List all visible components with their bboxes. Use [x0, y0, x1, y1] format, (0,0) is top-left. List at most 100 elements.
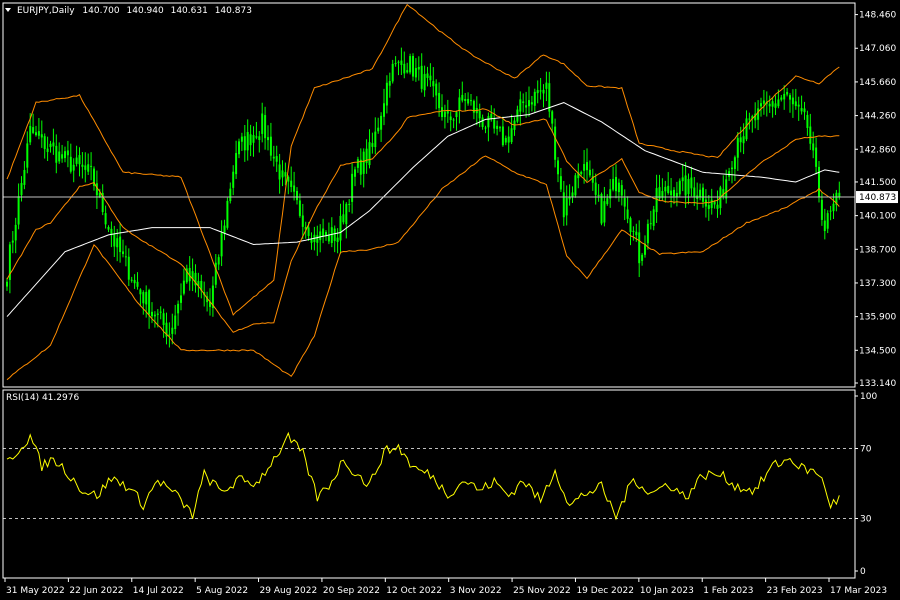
date-tick-label: 5 Aug 2022 — [196, 586, 248, 596]
price-bar-body — [75, 157, 78, 164]
price-bar-body — [171, 327, 174, 334]
price-bar-body — [240, 136, 243, 142]
price-bar-body — [649, 223, 652, 225]
price-bar-body — [316, 235, 319, 243]
price-bar-body — [687, 179, 690, 195]
price-bar-body — [423, 74, 426, 91]
price-bar-body — [252, 135, 255, 143]
price-bar-body — [301, 215, 304, 227]
price-bar-body — [815, 147, 818, 167]
price-bar-body — [11, 240, 14, 243]
price-bar-body — [383, 103, 385, 117]
price-bar-body — [838, 192, 841, 198]
price-bar-body — [162, 313, 165, 325]
rsi-tick-label: 0 — [860, 567, 866, 577]
price-bar-body — [229, 188, 232, 202]
date-tick-label: 12 Oct 2022 — [386, 586, 442, 596]
price-bar-body — [745, 118, 748, 140]
price-bar-body — [510, 128, 513, 143]
price-bar-body — [37, 131, 40, 136]
price-bar-body — [458, 97, 461, 111]
price-bar-body — [780, 97, 783, 100]
price-bar-body — [522, 101, 525, 103]
price-bar-body — [385, 82, 388, 106]
price-tick-label: 147.060 — [859, 44, 896, 54]
price-bar-body — [455, 111, 458, 117]
price-bar-body — [220, 233, 223, 257]
price-bar-body — [675, 192, 678, 197]
price-bar-body — [249, 134, 252, 146]
price-bar-body — [238, 141, 240, 155]
price-bar-body — [800, 108, 803, 112]
date-tick-label: 29 Aug 2022 — [260, 586, 318, 596]
price-bar-body — [49, 143, 52, 148]
price-bar-body — [151, 311, 153, 317]
price-bar-body — [417, 66, 420, 70]
price-bar-body — [397, 61, 400, 63]
price-bar-body — [646, 223, 649, 244]
price-bar-body — [699, 189, 702, 198]
price-bar-body — [710, 199, 713, 209]
price-bar-body — [296, 190, 298, 201]
price-bar-body — [319, 231, 322, 241]
price-bar-body — [307, 227, 310, 236]
price-bar-body — [339, 215, 342, 241]
price-bar-body — [530, 102, 533, 105]
price-bar-body — [588, 169, 591, 176]
price-bar-body — [281, 170, 284, 178]
price-bar-body — [739, 137, 742, 143]
price-bar-body — [464, 98, 467, 102]
price-bar-body — [113, 233, 116, 247]
price-tick-label: 140.100 — [859, 212, 896, 222]
price-bar-body — [290, 180, 293, 187]
price-bar-body — [371, 143, 374, 147]
date-tick-label: 22 Jun 2022 — [69, 586, 123, 596]
price-bar-body — [119, 236, 122, 253]
price-bar-body — [443, 111, 446, 118]
price-bar-body — [762, 100, 765, 104]
price-tick-label: 134.500 — [859, 346, 896, 356]
price-bar-body — [797, 104, 800, 107]
price-bar-body — [356, 159, 359, 168]
price-bar-body — [707, 205, 710, 209]
price-bar-body — [6, 281, 8, 287]
price-bar-body — [420, 65, 423, 89]
price-bar-body — [226, 200, 229, 228]
price-bar-body — [345, 203, 348, 225]
price-bar-body — [122, 251, 124, 254]
price-bar-body — [145, 291, 148, 305]
price-bar-body — [29, 125, 32, 143]
price-bar-body — [731, 167, 733, 170]
price-bar-body — [142, 292, 145, 304]
price-bar-body — [791, 97, 794, 105]
price-bar-body — [130, 279, 133, 281]
price-bar-body — [17, 196, 20, 225]
price-bar-body — [153, 314, 156, 317]
current-price-tag-label: 140.873 — [859, 193, 896, 203]
price-bar-body — [771, 101, 774, 107]
price-bar-body — [354, 169, 356, 177]
date-tick-label: 20 Sep 2022 — [323, 586, 380, 596]
price-bar-body — [487, 116, 490, 128]
price-bar-body — [499, 127, 501, 129]
date-tick-label: 17 Mar 2023 — [830, 586, 887, 596]
rsi-tick-label: 70 — [860, 445, 872, 455]
price-bar-body — [504, 137, 507, 143]
price-bar-body — [87, 164, 90, 172]
price-bar-body — [493, 118, 496, 129]
price-bar-body — [32, 127, 35, 133]
price-tick-label: 137.300 — [859, 279, 896, 289]
price-bar-body — [655, 188, 658, 213]
price-bar-body — [728, 171, 731, 177]
price-bar-body — [742, 136, 745, 144]
price-tick-label: 135.900 — [859, 313, 896, 323]
price-bar-body — [55, 145, 58, 163]
price-tick-label: 138.700 — [859, 245, 896, 255]
price-bar-body — [116, 238, 119, 248]
price-bar-body — [809, 126, 812, 144]
price-bar-body — [716, 204, 719, 209]
price-bar-body — [246, 132, 249, 151]
price-bar-body — [235, 153, 238, 175]
price-bar-body — [832, 203, 835, 212]
price-bar-body — [66, 150, 69, 156]
